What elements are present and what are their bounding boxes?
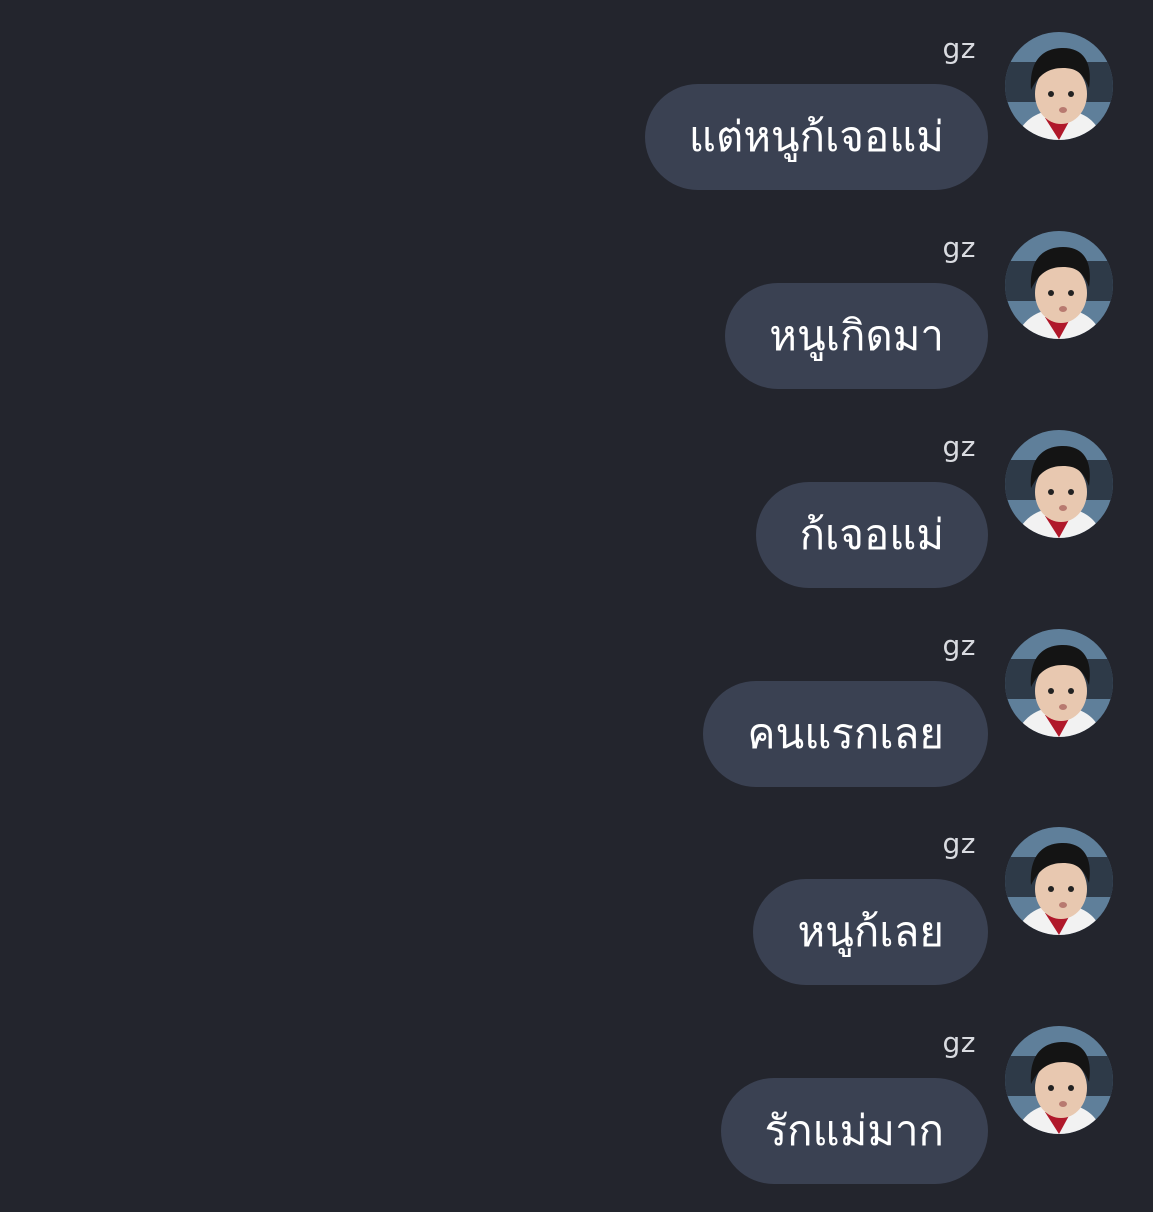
chat-thread: gz แต่หนูก้เจอแม่ gz หนูเกิดมา gz ก้เจอแ…	[0, 0, 1153, 1200]
message-bubble[interactable]: ก้เจอแม่	[755, 482, 988, 588]
message-bubble[interactable]: หนูเกิดมา	[725, 283, 988, 389]
sender-name: gz	[942, 629, 976, 662]
message-row: gz แต่หนูก้เจอแม่	[0, 32, 1153, 218]
message-bubble[interactable]: คนแรกเลย	[703, 681, 988, 787]
message-row: gz หนูก้เลย	[0, 827, 1153, 1013]
sender-name: gz	[942, 32, 976, 65]
sender-name: gz	[942, 231, 976, 264]
avatar-icon[interactable]	[1005, 629, 1113, 737]
avatar-icon[interactable]	[1005, 1026, 1113, 1134]
message-bubble[interactable]: รักแม่มาก	[720, 1078, 988, 1184]
avatar-icon[interactable]	[1005, 430, 1113, 538]
avatar-icon[interactable]	[1005, 231, 1113, 339]
sender-name: gz	[942, 1026, 976, 1059]
sender-name: gz	[942, 430, 976, 463]
message-row: gz รักแม่มาก	[0, 1026, 1153, 1212]
avatar-icon[interactable]	[1005, 827, 1113, 935]
message-row: gz หนูเกิดมา	[0, 231, 1153, 417]
sender-name: gz	[942, 827, 976, 860]
avatar-icon[interactable]	[1005, 32, 1113, 140]
message-bubble[interactable]: หนูก้เลย	[753, 879, 988, 985]
message-row: gz คนแรกเลย	[0, 629, 1153, 815]
message-row: gz ก้เจอแม่	[0, 430, 1153, 616]
message-bubble[interactable]: แต่หนูก้เจอแม่	[644, 84, 988, 190]
